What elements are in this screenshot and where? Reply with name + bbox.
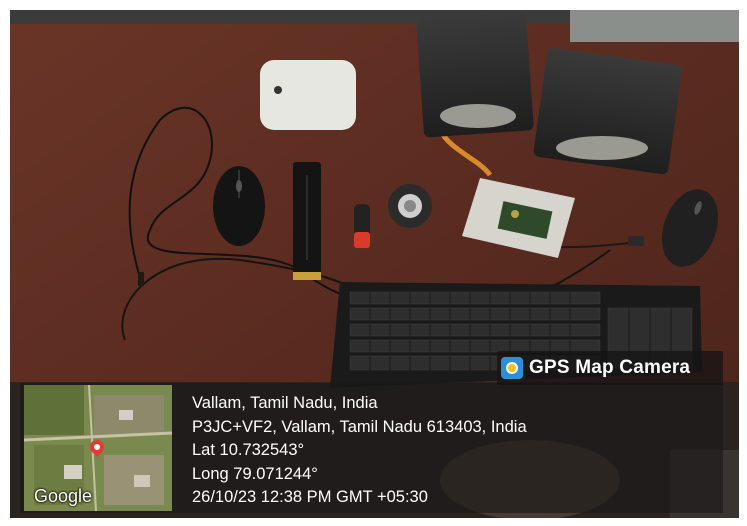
- power-bank: [260, 60, 356, 130]
- location-title: Vallam, Tamil Nadu, India: [192, 394, 378, 412]
- power-bank-button: [274, 86, 282, 94]
- speaker-right: [533, 47, 683, 175]
- round-device: [388, 184, 432, 228]
- ram-module: [293, 162, 321, 280]
- app-badge-label: GPS Map Camera: [529, 357, 691, 378]
- map-thumbnail: Google: [24, 385, 172, 511]
- map-provider-logo: Google: [34, 486, 93, 506]
- mouse-left: [213, 166, 265, 246]
- usb-drive: [354, 204, 370, 248]
- cable-end: [138, 272, 144, 286]
- gps-map-camera-badge: GPS Map Camera: [497, 351, 723, 385]
- location-details: Vallam, Tamil Nadu, India P3JC+VF2, Vall…: [192, 392, 527, 510]
- datetime-line: 26/10/23 12:38 PM GMT +05:30: [192, 488, 428, 506]
- usb-plug: [628, 236, 644, 246]
- photo-frame: GPS Map Camera Google Vallam, Tamil Nadu…: [0, 0, 747, 526]
- background-corner: [570, 10, 739, 42]
- latitude-line: Lat 10.732543°: [192, 441, 305, 459]
- speaker-left: [416, 12, 534, 138]
- longitude-line: Long 79.071244°: [192, 464, 318, 483]
- camera-app-icon: [501, 357, 523, 379]
- address-line: P3JC+VF2, Vallam, Tamil Nadu 613403, Ind…: [192, 417, 527, 436]
